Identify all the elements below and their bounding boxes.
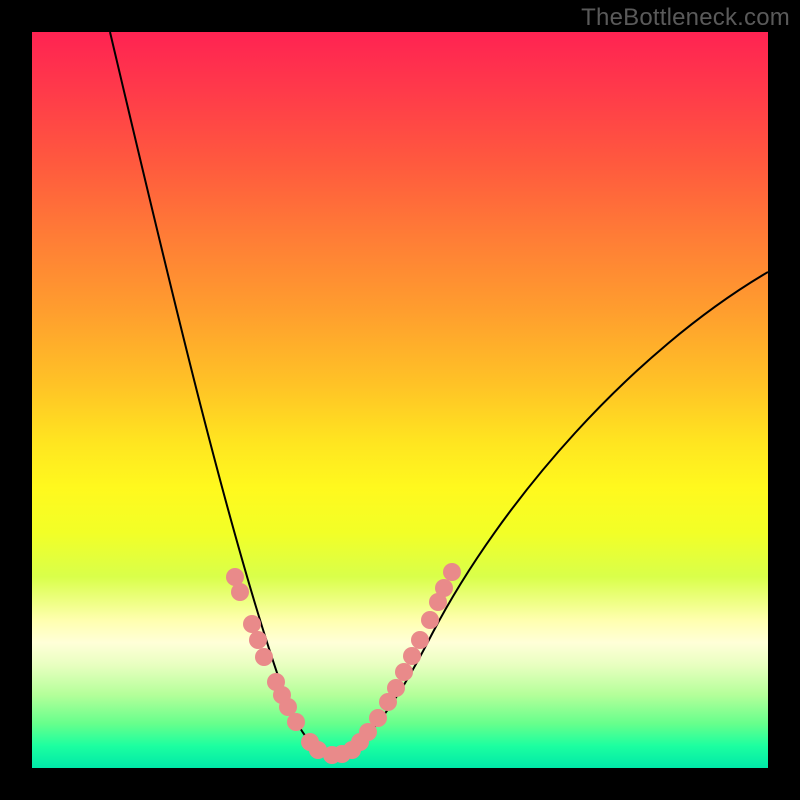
dots-left-group: [226, 568, 327, 759]
data-point: [243, 615, 261, 633]
data-point: [369, 709, 387, 727]
watermark-text: TheBottleneck.com: [581, 4, 790, 32]
data-point: [231, 583, 249, 601]
data-point: [443, 563, 461, 581]
data-point: [387, 679, 405, 697]
data-point: [421, 611, 439, 629]
data-point: [411, 631, 429, 649]
chart-frame: TheBottleneck.com: [0, 0, 800, 800]
left-curve: [110, 32, 332, 755]
data-point: [249, 631, 267, 649]
data-point: [403, 647, 421, 665]
data-point: [435, 579, 453, 597]
data-point: [255, 648, 273, 666]
chart-svg: [32, 32, 768, 768]
data-point: [287, 713, 305, 731]
plot-area: [32, 32, 768, 768]
dots-right-group: [323, 563, 461, 764]
data-point: [395, 663, 413, 681]
